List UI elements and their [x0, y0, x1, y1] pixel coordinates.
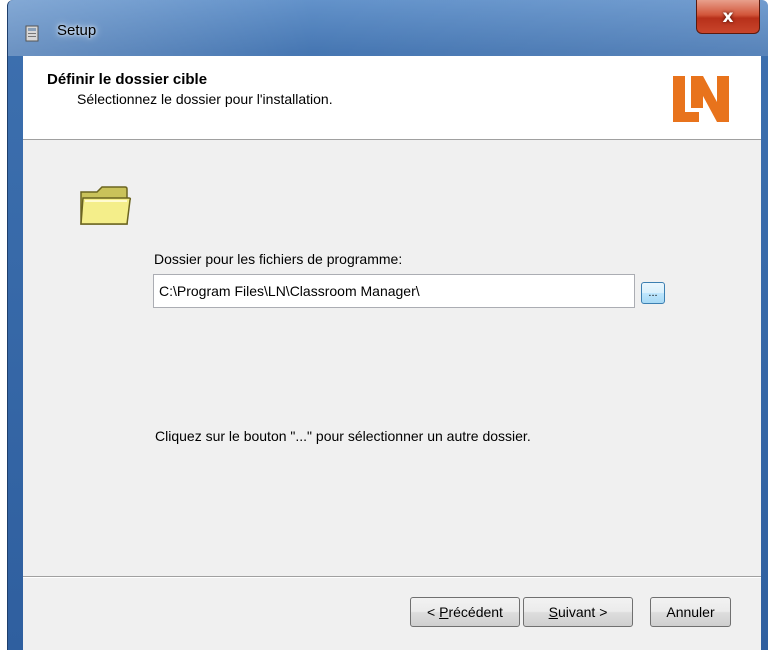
installer-icon — [25, 25, 39, 42]
title-bar[interactable]: Setup x — [8, 0, 768, 56]
install-path-field[interactable] — [153, 274, 635, 308]
previous-label-rest: récédent — [448, 604, 503, 620]
window-title: Setup — [57, 22, 97, 39]
folder-icon — [80, 186, 132, 225]
previous-label-prefix: < — [427, 604, 440, 620]
setup-window: Setup x Définir le dossier cible Sélecti… — [7, 0, 768, 650]
client-area: Définir le dossier cible Sélectionnez le… — [23, 56, 761, 650]
wizard-header: Définir le dossier cible Sélectionnez le… — [23, 56, 761, 140]
page-subtitle: Sélectionnez le dossier pour l'installat… — [77, 91, 333, 107]
next-mnemonic: S — [548, 604, 558, 620]
previous-button[interactable]: < Précédent — [410, 597, 520, 627]
ln-logo — [673, 76, 729, 122]
footer-divider — [23, 576, 761, 578]
close-icon: x — [722, 6, 734, 27]
folder-field-label: Dossier pour les fichiers de programme: — [154, 251, 403, 267]
close-button[interactable]: x — [696, 0, 760, 34]
browse-hint: Cliquez sur le bouton "..." pour sélecti… — [155, 428, 531, 444]
cancel-button[interactable]: Annuler — [650, 597, 731, 627]
browse-button[interactable]: ... — [641, 282, 665, 304]
next-label-rest: uivant > — [557, 604, 608, 620]
next-button[interactable]: Suivant > — [523, 597, 633, 627]
page-title: Définir le dossier cible — [47, 71, 208, 88]
